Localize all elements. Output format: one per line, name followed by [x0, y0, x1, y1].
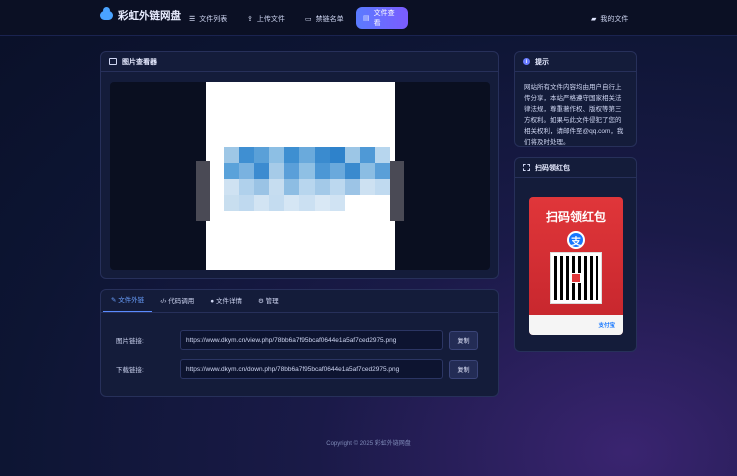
red-packet-panel: 扫码领红包 扫码领红包 支 支付宝 — [514, 157, 637, 352]
panel-header: 图片查看器 — [101, 52, 498, 72]
image-edge-left — [196, 161, 210, 221]
qr-icon — [523, 164, 530, 171]
nav-item-label: 文件查看 — [373, 10, 395, 27]
cloud-icon — [100, 7, 113, 20]
brand[interactable]: 彩虹外链网盘 — [100, 7, 181, 23]
copy-download-link-button[interactable]: 复制 — [449, 359, 478, 379]
tab-file-link[interactable]: ✎ 文件外链 — [103, 294, 153, 312]
tab-code[interactable]: ‹/› 代码调用 — [152, 295, 202, 312]
red-packet-card[interactable]: 扫码领红包 支 支付宝 — [529, 197, 623, 335]
tip-text: 网站所有文件内容均由用户自行上传分享，本站严格遵守国家相关法律法规，尊重著作权、… — [524, 84, 624, 146]
footer: Copyright © 2025 彩虹外链网盘 — [0, 438, 737, 447]
red-packet-title: 扫码领红包 — [545, 210, 606, 224]
file-details-panel: ✎ 文件外链 ‹/› 代码调用 ● 文件详情 ⚙ 管理 图片链接: https:… — [100, 289, 499, 397]
info-icon: i — [523, 58, 530, 65]
panel-title: 扫码领红包 — [535, 164, 570, 172]
panel-title: 提示 — [535, 58, 549, 66]
panel-header: 扫码领红包 — [515, 158, 636, 178]
qr-center-logo — [571, 273, 581, 283]
panel-title: 图片查看器 — [122, 58, 157, 66]
list-icon: ☰ — [189, 16, 196, 23]
folder-icon: ▰ — [591, 16, 597, 23]
tip-panel: i 提示 网站所有文件内容均由用户自行上传分享，本站严格遵守国家相关法律法规，尊… — [514, 51, 637, 147]
details-tabs: ✎ 文件外链 ‹/› 代码调用 ● 文件详情 ⚙ 管理 — [101, 290, 498, 313]
panel-header: i 提示 — [515, 52, 636, 72]
block-list-icon: ▭ — [305, 16, 312, 23]
image-edge-right — [390, 161, 404, 221]
tab-label: 管理 — [265, 298, 279, 305]
nav-item-my-files[interactable]: ▰ 我的文件 — [584, 9, 635, 29]
image-link-field[interactable]: https://www.dkym.cn/view.php/78bb6a7f95b… — [180, 330, 443, 350]
download-link-field[interactable]: https://www.dkym.cn/down.php/78bb6a7f95b… — [180, 359, 443, 379]
copyright-text: Copyright © 2025 彩虹外链网盘 — [326, 441, 411, 447]
nav-item-file-view[interactable]: ▤ 文件查看 — [356, 7, 408, 29]
nav-item-blocklist[interactable]: ▭ 禁链名单 — [298, 9, 351, 29]
nav-item-file-list[interactable]: ☰ 文件列表 — [182, 9, 234, 29]
tab-manage[interactable]: ⚙ 管理 — [250, 295, 287, 312]
tab-label: 文件外链 — [118, 297, 145, 304]
copy-image-link-button[interactable]: 复制 — [449, 330, 478, 350]
nav-item-label: 我的文件 — [600, 16, 629, 23]
nav-item-label: 禁链名单 — [315, 16, 344, 23]
image-viewer[interactable] — [110, 82, 490, 270]
tab-label: 代码调用 — [168, 298, 195, 305]
tab-file-details[interactable]: ● 文件详情 — [202, 295, 250, 312]
image-link-row: 图片链接: https://www.dkym.cn/view.php/78bb6… — [116, 330, 478, 350]
image-icon — [109, 58, 117, 65]
nav-item-label: 文件列表 — [199, 16, 228, 23]
nav-item-upload[interactable]: ⇪ 上传文件 — [240, 9, 292, 29]
red-packet-footer: 支付宝 — [529, 315, 623, 335]
alipay-icon: 支 — [567, 231, 585, 249]
tab-label: 文件详情 — [215, 298, 242, 305]
preview-image[interactable] — [206, 82, 395, 270]
field-label: 下载链接: — [116, 367, 144, 374]
upload-icon: ⇪ — [247, 16, 253, 23]
gear-icon: ⚙ — [257, 298, 266, 305]
field-label: 图片链接: — [116, 338, 144, 345]
top-navbar: 彩虹外链网盘 ☰ 文件列表 ⇪ 上传文件 ▭ 禁链名单 ▤ 文件查看 ▰ 我的文… — [0, 0, 737, 36]
image-viewer-panel: 图片查看器 — [100, 51, 499, 279]
download-link-row: 下载链接: https://www.dkym.cn/down.php/78bb6… — [116, 359, 478, 379]
pixelated-image-content — [224, 147, 390, 211]
qr-code — [550, 252, 602, 304]
nav-item-label: 上传文件 — [256, 16, 285, 23]
brand-name: 彩虹外链网盘 — [118, 10, 181, 22]
file-view-icon: ▤ — [363, 15, 370, 22]
alipay-footer-label: 支付宝 — [598, 323, 615, 329]
